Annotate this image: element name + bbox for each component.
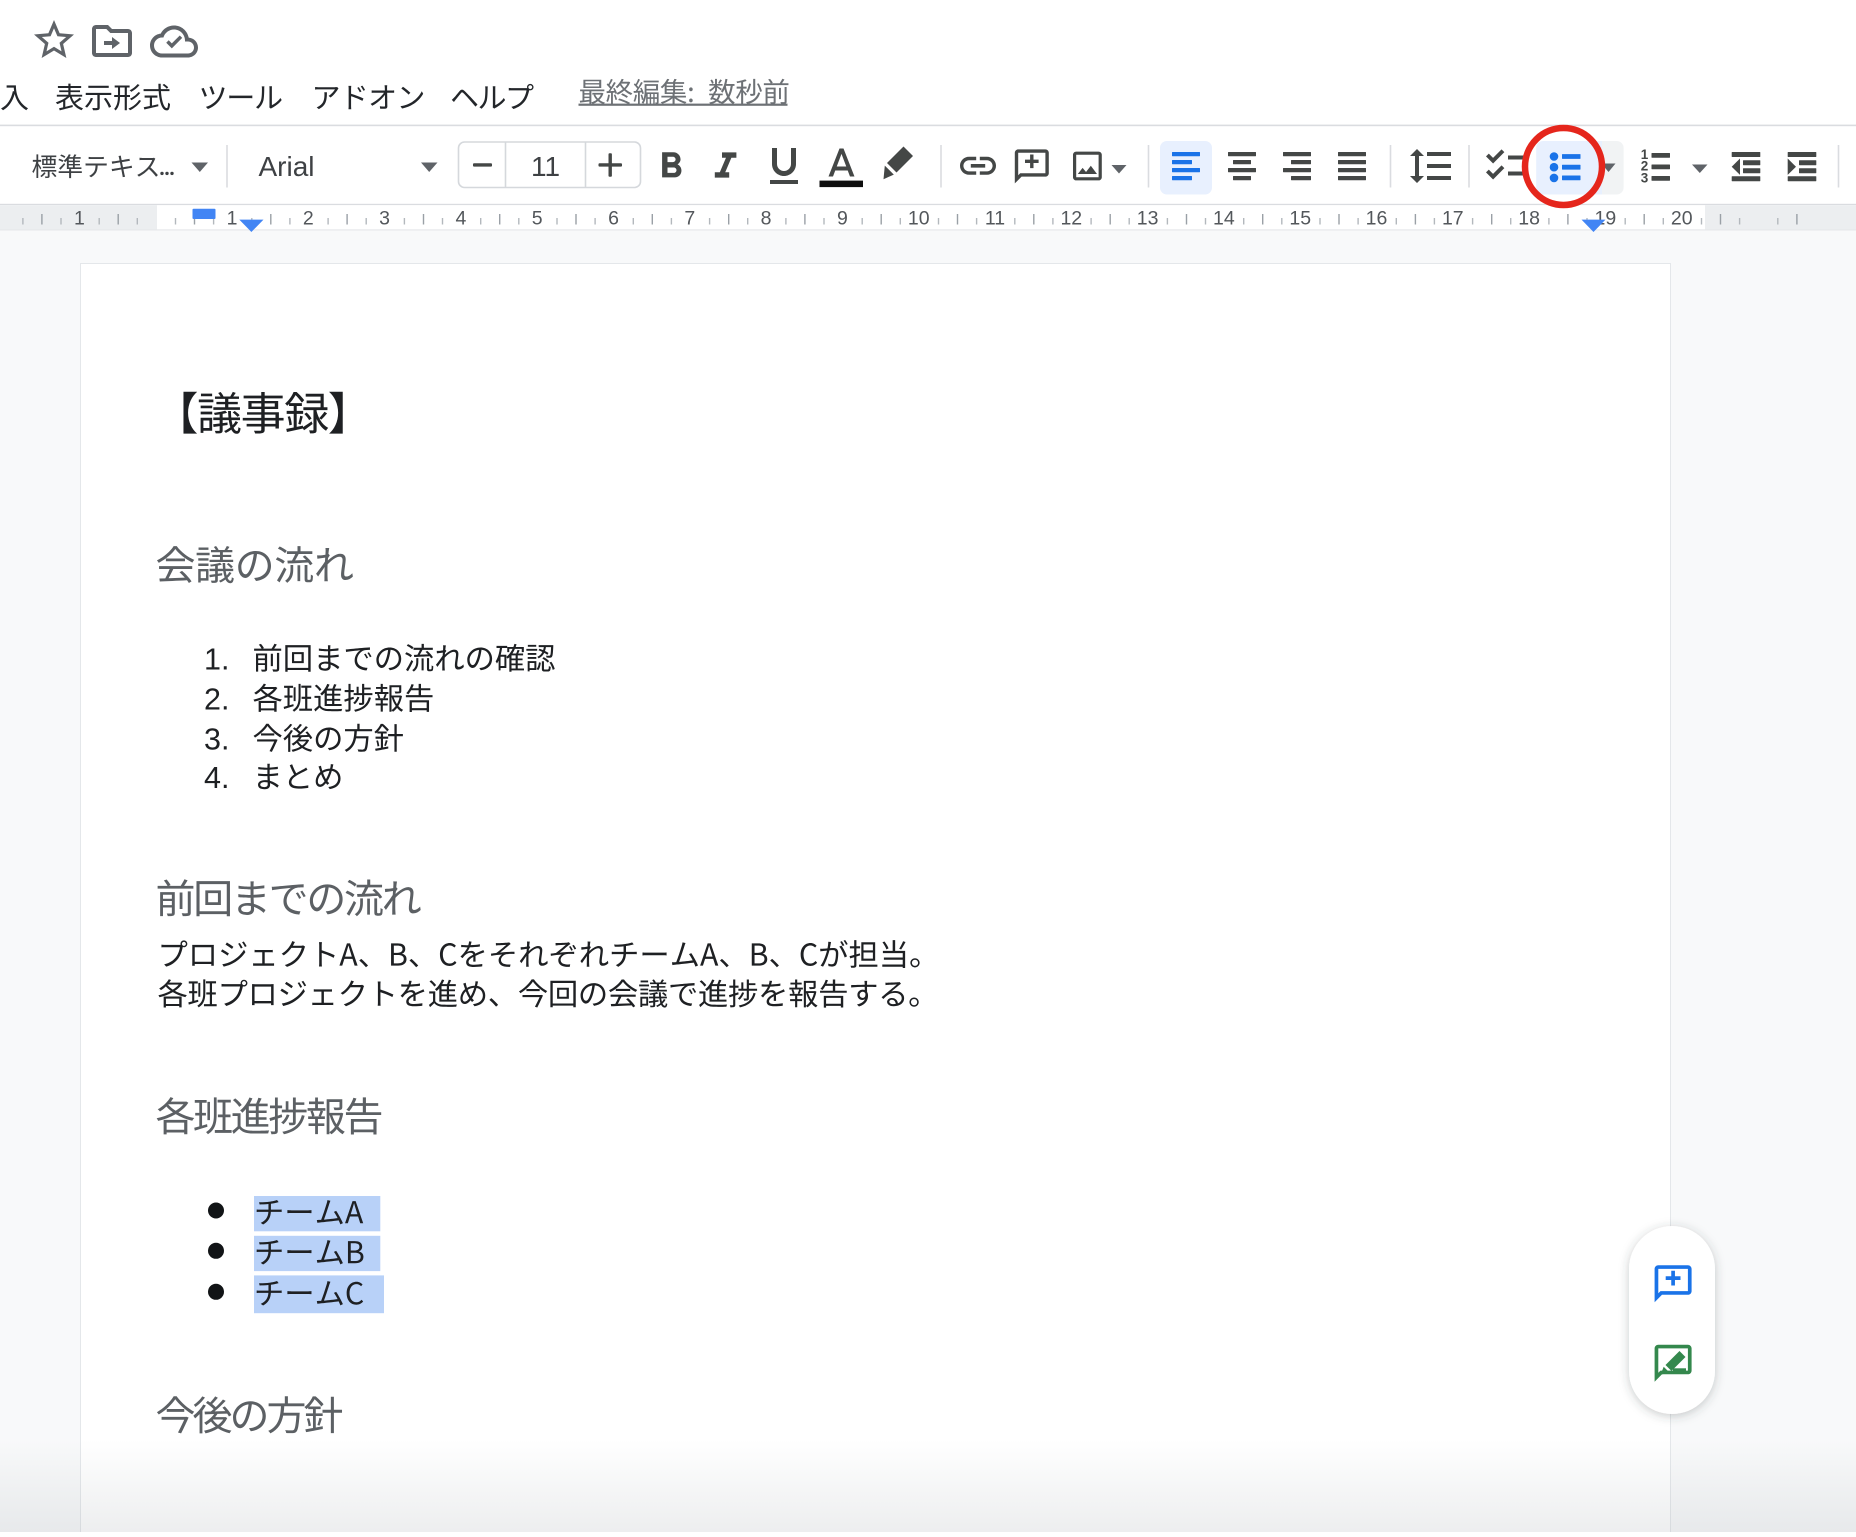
svg-text:18: 18 — [1518, 208, 1540, 230]
svg-text:16: 16 — [1366, 208, 1388, 230]
svg-text:1: 1 — [227, 208, 238, 230]
svg-text:3: 3 — [379, 208, 390, 230]
svg-text:4: 4 — [455, 208, 466, 230]
svg-text:11: 11 — [985, 208, 1005, 230]
svg-text:5: 5 — [532, 208, 543, 230]
svg-text:17: 17 — [1442, 208, 1464, 230]
svg-text:11: 11 — [531, 151, 560, 182]
svg-text:14: 14 — [1213, 208, 1235, 230]
svg-text:13: 13 — [1137, 208, 1159, 230]
svg-text:15: 15 — [1289, 208, 1311, 230]
svg-text:4.: 4. — [204, 761, 229, 795]
svg-text:1: 1 — [74, 208, 85, 230]
svg-text:12: 12 — [1060, 208, 1082, 230]
svg-text:20: 20 — [1671, 208, 1693, 230]
svg-text:6: 6 — [608, 208, 619, 230]
svg-text:10: 10 — [908, 208, 930, 230]
svg-text:8: 8 — [761, 208, 772, 230]
svg-text:9: 9 — [837, 208, 848, 230]
svg-text:3: 3 — [1641, 170, 1649, 185]
svg-text:2: 2 — [303, 208, 314, 230]
svg-text:2.: 2. — [204, 682, 229, 716]
svg-text:Arial: Arial — [259, 151, 315, 182]
svg-text:3.: 3. — [204, 722, 229, 756]
svg-text:1.: 1. — [204, 642, 229, 676]
svg-text:7: 7 — [684, 208, 695, 230]
